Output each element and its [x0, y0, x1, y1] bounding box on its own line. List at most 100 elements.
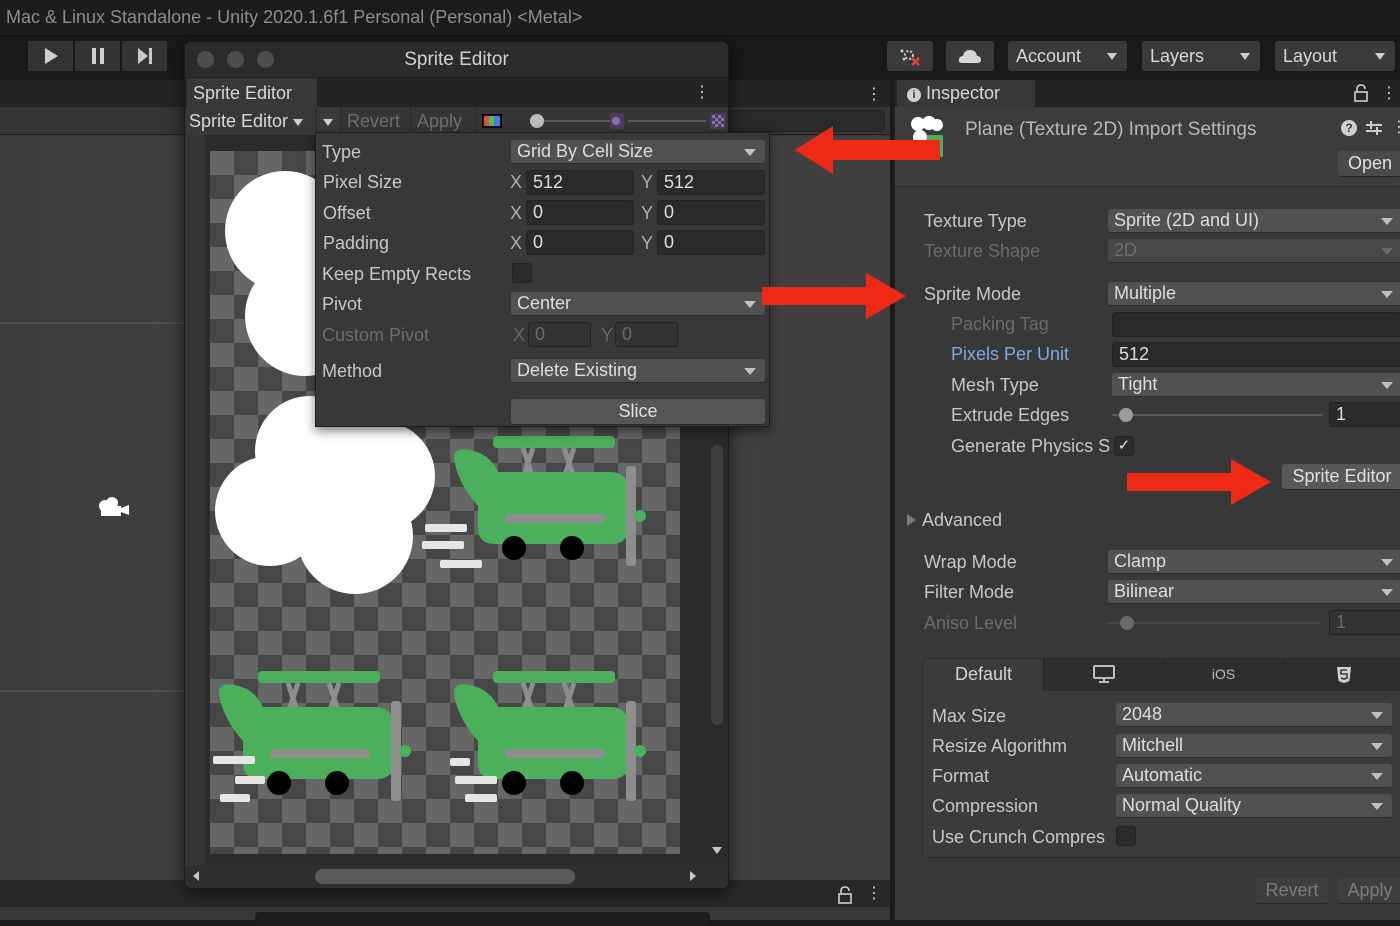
- inspector-apply-button[interactable]: Apply: [1338, 878, 1400, 904]
- platform-tab-ios[interactable]: iOS: [1164, 659, 1284, 691]
- resize-algorithm-dropdown[interactable]: Mitchell: [1116, 734, 1392, 758]
- tab-inspector[interactable]: i Inspector: [897, 80, 1035, 107]
- pause-button[interactable]: [75, 41, 120, 71]
- layout-dropdown[interactable]: Layout: [1275, 41, 1395, 71]
- editor-mode-dropdown[interactable]: Sprite Editor: [187, 107, 315, 135]
- slice-popup: Type Grid By Cell Size Pixel Size X 512 …: [315, 132, 770, 427]
- extrude-edges-slider[interactable]: [1112, 408, 1322, 422]
- window-menu-icon[interactable]: ⋮: [694, 82, 710, 102]
- lock-icon[interactable]: [838, 886, 852, 904]
- use-crunch-checkbox[interactable]: [1116, 826, 1136, 846]
- custom-pivot-y-field[interactable]: 0: [615, 322, 678, 347]
- horizontal-scrollbar[interactable]: [185, 865, 728, 888]
- tab-sprite-editor[interactable]: Sprite Editor: [187, 78, 317, 107]
- extrude-edges-field[interactable]: 1: [1329, 402, 1400, 427]
- apply-button[interactable]: Apply: [410, 107, 468, 135]
- slider-knob[interactable]: [530, 114, 544, 128]
- cloud-button[interactable]: [946, 41, 994, 71]
- help-icon[interactable]: ?: [1341, 120, 1357, 136]
- filter-mode-value: Bilinear: [1114, 581, 1175, 601]
- panel-menu-icon[interactable]: ⋮: [866, 84, 882, 104]
- y-axis-label: Y: [641, 203, 654, 223]
- pixels-per-unit-label: Pixels Per Unit: [951, 344, 1070, 364]
- scrollbar-thumb[interactable]: [711, 445, 723, 725]
- slice-dropdown-button[interactable]: [316, 107, 340, 135]
- mesh-type-dropdown[interactable]: Tight: [1112, 373, 1400, 397]
- sprite-editor-window-title: Sprite Editor: [404, 49, 509, 70]
- lock-icon[interactable]: [1354, 84, 1368, 102]
- pixel-size-label: Pixel Size: [323, 172, 403, 192]
- chevron-down-icon: [1375, 52, 1385, 60]
- pixel-size-y-field[interactable]: 512: [657, 170, 765, 195]
- advanced-foldout[interactable]: Advanced: [907, 510, 1002, 531]
- max-size-dropdown[interactable]: 2048: [1116, 703, 1392, 727]
- chevron-down-icon: [744, 368, 756, 375]
- offset-y-field[interactable]: 0: [657, 200, 765, 225]
- padding-y-field[interactable]: 0: [657, 230, 765, 255]
- slider-knob[interactable]: [1119, 408, 1133, 422]
- pixels-per-unit-field[interactable]: 512: [1112, 342, 1400, 367]
- step-button[interactable]: [122, 41, 167, 71]
- wrap-mode-dropdown[interactable]: Clamp: [1108, 550, 1400, 574]
- generate-physics-shape-checkbox[interactable]: ✓: [1114, 436, 1134, 456]
- offset-x-field[interactable]: 0: [526, 200, 634, 225]
- revert-button[interactable]: Revert: [340, 107, 406, 135]
- inspector-revert-button[interactable]: Revert: [1256, 878, 1328, 904]
- format-dropdown[interactable]: Automatic: [1116, 764, 1392, 788]
- platform-tab-default[interactable]: Default: [924, 659, 1044, 691]
- project-search-field[interactable]: [255, 912, 710, 926]
- texture-type-dropdown[interactable]: Sprite (2D and UI): [1108, 209, 1400, 233]
- scroll-left-icon[interactable]: [193, 871, 199, 881]
- collab-button[interactable]: [887, 41, 933, 71]
- play-button[interactable]: [28, 41, 73, 71]
- inspector-tabbar: i Inspector ⋮: [895, 80, 1400, 107]
- keep-empty-rects-checkbox[interactable]: [512, 263, 532, 283]
- compression-label: Compression: [932, 796, 1039, 816]
- pixel-size-x-field[interactable]: 512: [526, 170, 634, 195]
- aniso-level-slider[interactable]: [1108, 616, 1320, 630]
- open-button[interactable]: Open: [1338, 151, 1400, 177]
- component-menu-icon[interactable]: ⋮: [1391, 117, 1400, 137]
- scroll-right-icon[interactable]: [690, 871, 696, 881]
- texture-shape-dropdown[interactable]: 2D: [1108, 239, 1400, 263]
- layers-dropdown[interactable]: Layers: [1142, 41, 1260, 71]
- slice-button[interactable]: Slice: [511, 399, 765, 425]
- platform-tab-webgl[interactable]: [1284, 659, 1400, 691]
- panel-menu-icon[interactable]: ⋮: [866, 883, 882, 903]
- packing-tag-field[interactable]: [1112, 312, 1400, 337]
- mesh-type-label: Mesh Type: [951, 375, 1039, 395]
- x-axis-label: X: [510, 172, 523, 192]
- aniso-level-field[interactable]: 1: [1329, 610, 1400, 635]
- slice-type-dropdown[interactable]: Grid By Cell Size: [511, 140, 765, 164]
- zoom-slider[interactable]: [530, 114, 610, 128]
- method-dropdown[interactable]: Delete Existing: [511, 359, 765, 383]
- camera-gizmo-icon[interactable]: [97, 496, 131, 518]
- annotation-arrow-right: [762, 273, 906, 319]
- presets-icon[interactable]: [1365, 120, 1383, 136]
- platform-settings: Default iOS Max Size 2048 Resize Algorit…: [923, 658, 1400, 858]
- sprite-mode-dropdown[interactable]: Multiple: [1108, 282, 1400, 306]
- custom-pivot-x-field[interactable]: 0: [528, 322, 591, 347]
- panel-menu-icon[interactable]: ⋮: [1381, 83, 1397, 103]
- scroll-down-icon[interactable]: [712, 847, 722, 854]
- scrollbar-thumb[interactable]: [315, 869, 575, 884]
- html5-icon: [1337, 667, 1351, 683]
- sprite-editor-titlebar[interactable]: Sprite Editor: [185, 42, 728, 78]
- rgb-channel-icon: [482, 114, 502, 128]
- platform-tab-standalone[interactable]: [1044, 659, 1164, 691]
- cloud-icon: [958, 50, 981, 63]
- padding-x-field[interactable]: 0: [526, 230, 634, 255]
- y-axis-label: Y: [601, 325, 614, 345]
- color-channel-toggle[interactable]: [475, 107, 523, 135]
- slider-knob[interactable]: [1120, 616, 1134, 630]
- sprite-editor-button[interactable]: Sprite Editor: [1282, 464, 1400, 490]
- packing-tag-label: Packing Tag: [951, 314, 1049, 334]
- account-dropdown[interactable]: Account: [1008, 41, 1127, 71]
- mip-slider[interactable]: [628, 114, 706, 128]
- method-label: Method: [322, 361, 383, 381]
- filter-mode-label: Filter Mode: [924, 582, 1015, 602]
- filter-mode-dropdown[interactable]: Bilinear: [1108, 580, 1400, 604]
- pivot-dropdown[interactable]: Center: [511, 292, 765, 316]
- monitor-icon: [1092, 665, 1115, 683]
- compression-dropdown[interactable]: Normal Quality: [1116, 794, 1392, 818]
